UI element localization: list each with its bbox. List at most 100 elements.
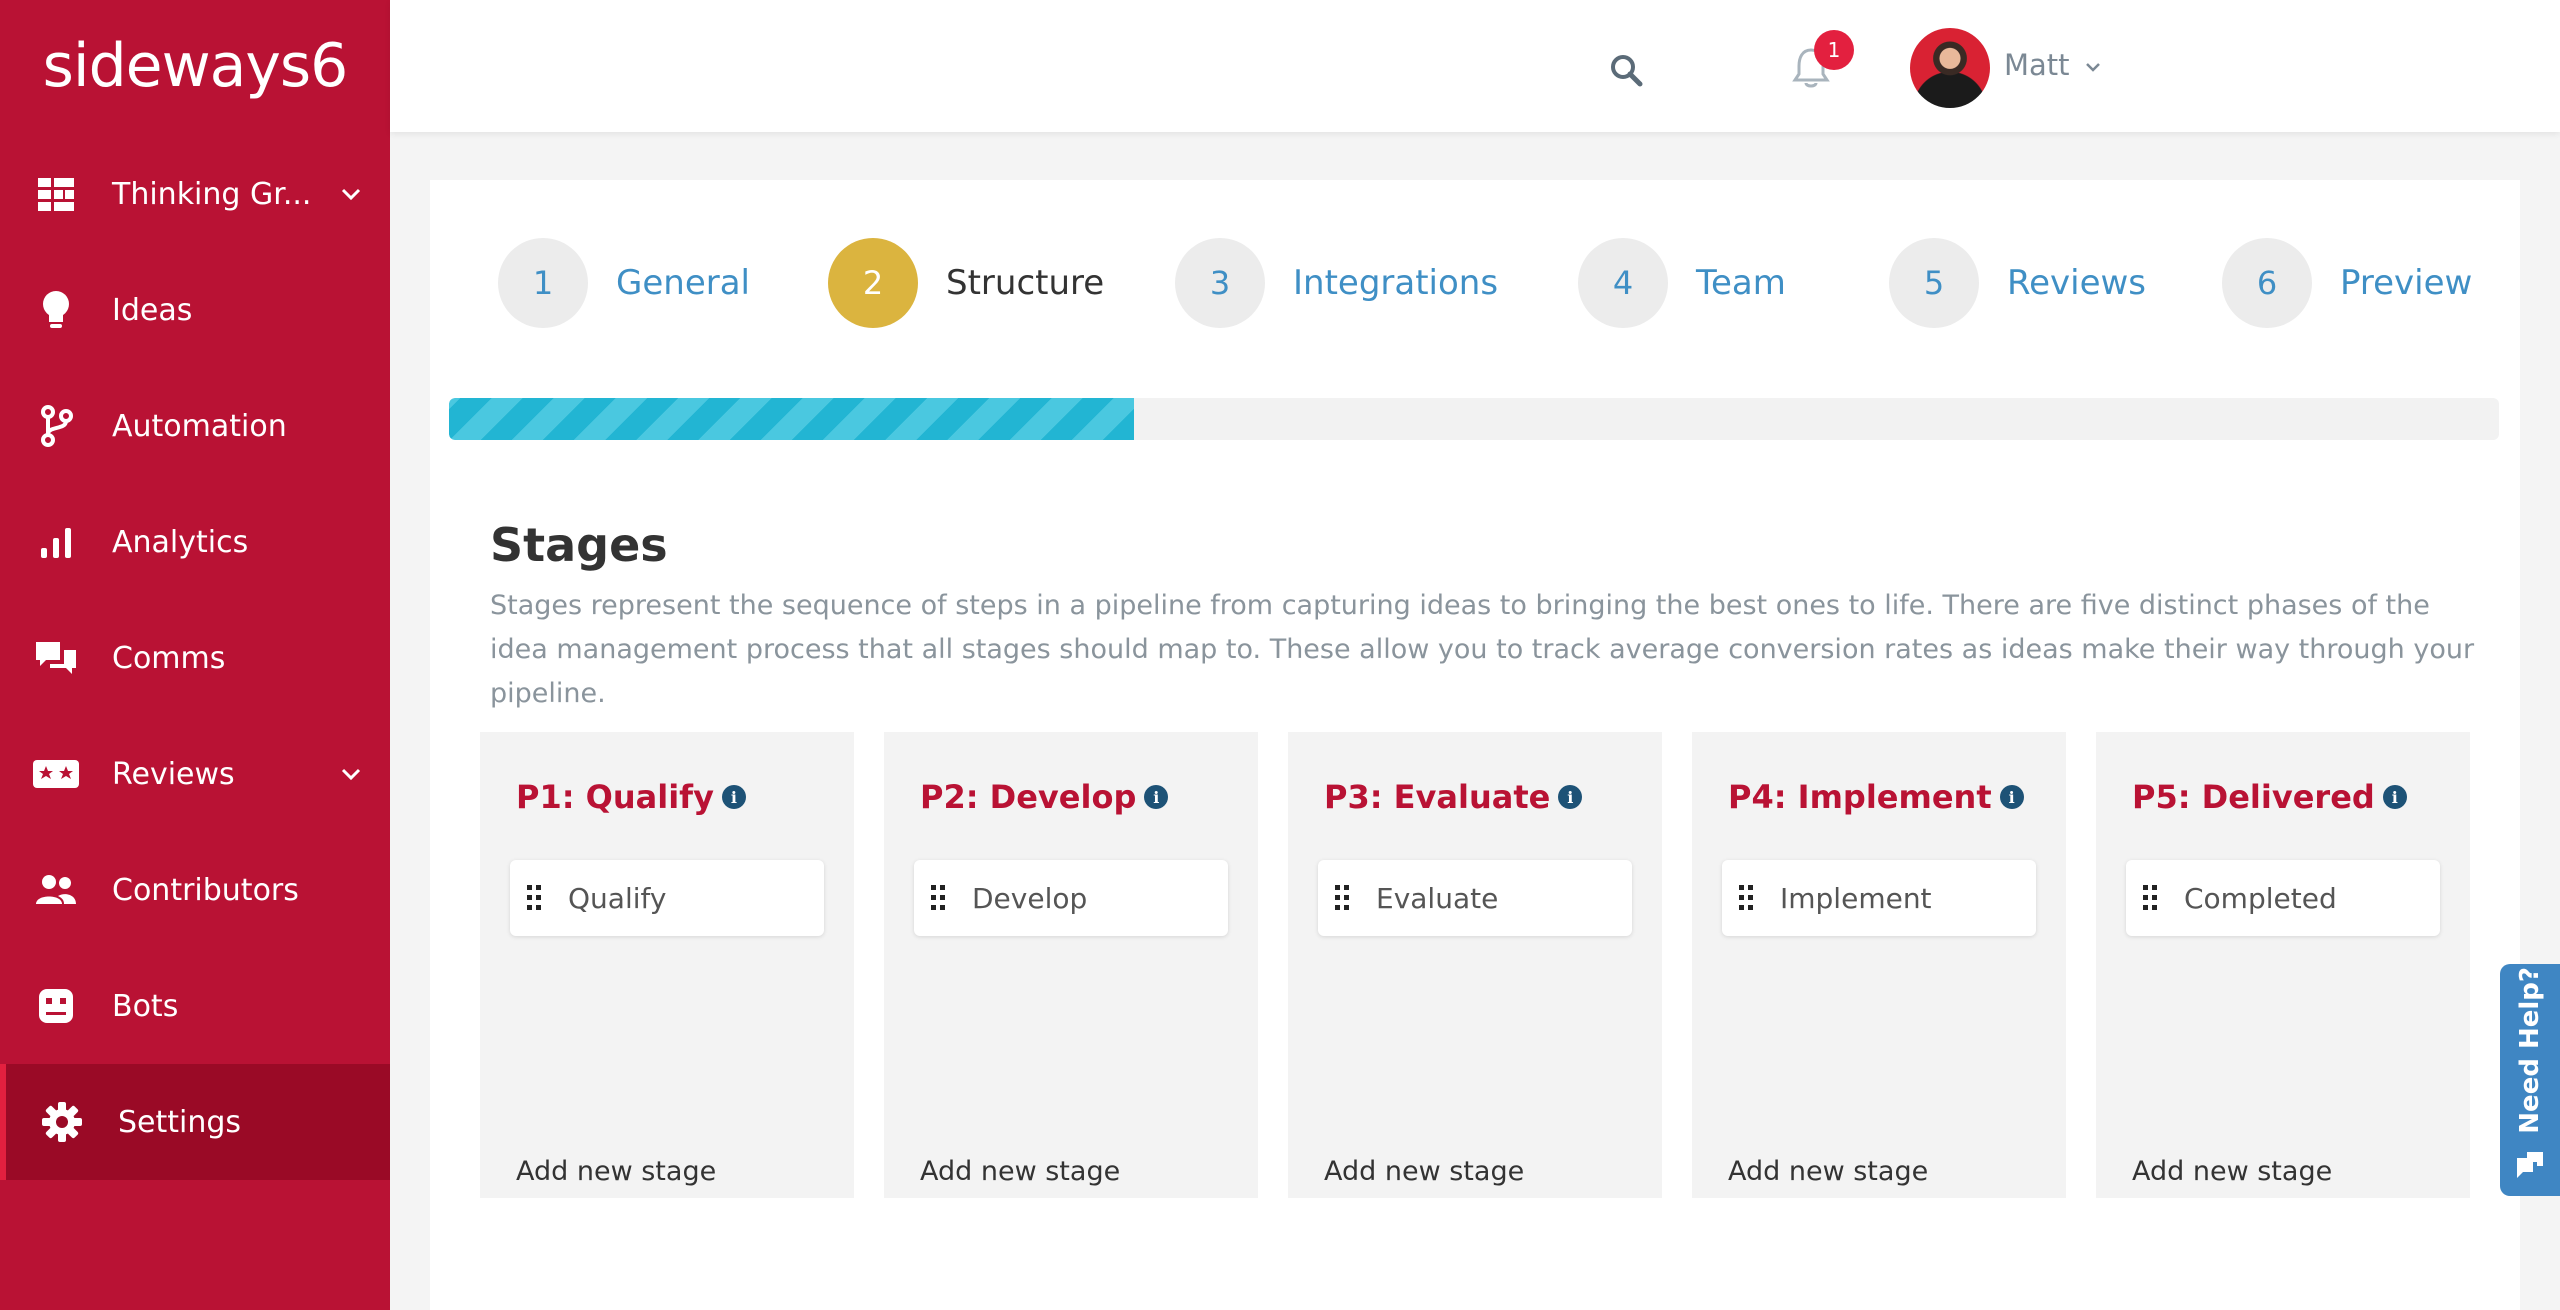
need-help-label: Need Help? — [2515, 967, 2545, 1134]
app-logo[interactable]: sideways6 — [0, 0, 390, 132]
lightbulb-icon — [32, 286, 80, 334]
grid-icon — [32, 170, 80, 218]
phase-column-develop: P2: Develop i Develop Add new stage — [884, 732, 1258, 1198]
sidebar-item-automation[interactable]: Automation — [0, 368, 390, 484]
drag-handle-icon[interactable] — [526, 884, 542, 912]
robot-icon — [32, 982, 80, 1030]
phase-title-text: P4: Implement — [1728, 778, 1992, 816]
info-icon[interactable]: i — [2382, 785, 2407, 809]
step-label: Structure — [946, 263, 1105, 303]
step-structure[interactable]: 2 Structure — [828, 238, 1104, 328]
step-number: 3 — [1175, 238, 1265, 328]
step-label: Reviews — [2007, 263, 2147, 303]
step-label: General — [616, 263, 750, 303]
sidebar-item-label: Ideas — [112, 292, 193, 328]
help-chat-icon — [2517, 1152, 2543, 1178]
step-number: 2 — [828, 238, 918, 328]
stage-label: Evaluate — [1376, 881, 1499, 915]
phase-title-text: P2: Develop — [920, 778, 1137, 816]
stage-card[interactable]: Qualify — [510, 860, 824, 936]
phase-title: P3: Evaluate i — [1324, 778, 1583, 816]
stage-card[interactable]: Completed — [2126, 860, 2440, 936]
phase-title: P1: Qualify i — [516, 778, 746, 816]
sidebar-item-bots[interactable]: Bots — [0, 948, 390, 1064]
chat-icon — [32, 634, 80, 682]
info-icon[interactable]: i — [1999, 785, 2024, 809]
drag-handle-icon[interactable] — [930, 884, 946, 912]
sidebar-item-label: Comms — [112, 640, 226, 676]
drag-handle-icon[interactable] — [1738, 884, 1754, 912]
step-general[interactable]: 1 General — [498, 238, 750, 328]
step-number: 6 — [2222, 238, 2312, 328]
need-help-tab[interactable]: Need Help? — [2500, 964, 2560, 1196]
top-bar — [390, 0, 2560, 132]
avatar[interactable] — [1910, 28, 1990, 108]
step-label: Preview — [2340, 263, 2473, 303]
add-new-stage-button[interactable]: Add new stage — [516, 1156, 716, 1187]
chevron-down-icon — [341, 188, 361, 201]
info-icon[interactable]: i — [1558, 785, 1583, 809]
phase-title: P5: Delivered i — [2132, 778, 2407, 816]
search-icon[interactable] — [1608, 52, 1644, 88]
stage-label: Develop — [972, 881, 1088, 915]
sidebar-item-label: Reviews — [112, 756, 235, 792]
add-new-stage-button[interactable]: Add new stage — [920, 1156, 1120, 1187]
stages-title: Stages — [490, 518, 668, 572]
info-icon[interactable]: i — [721, 785, 746, 809]
sidebar-item-settings[interactable]: Settings — [0, 1064, 390, 1180]
step-preview[interactable]: 6 Preview — [2222, 238, 2472, 328]
phase-column-evaluate: P3: Evaluate i Evaluate Add new stage — [1288, 732, 1662, 1198]
sidebar-item-comms[interactable]: Comms — [0, 600, 390, 716]
ticket-icon — [32, 750, 80, 798]
step-number: 5 — [1889, 238, 1979, 328]
user-name[interactable]: Matt — [2004, 48, 2070, 82]
branch-icon — [32, 402, 80, 450]
users-icon — [32, 866, 80, 914]
stage-card[interactable]: Implement — [1722, 860, 2036, 936]
sidebar-item-label: Contributors — [112, 872, 299, 908]
phase-title-text: P5: Delivered — [2132, 778, 2375, 816]
sidebar-item-analytics[interactable]: Analytics — [0, 484, 390, 600]
phase-title: P4: Implement i — [1728, 778, 2024, 816]
wizard-progress-bar — [449, 398, 2499, 440]
sidebar-item-label: Settings — [118, 1104, 242, 1140]
phase-title: P2: Develop i — [920, 778, 1169, 816]
wizard-progress-fill — [449, 398, 1134, 440]
sidebar-item-ideas[interactable]: Ideas — [0, 252, 390, 368]
step-number: 1 — [498, 238, 588, 328]
chevron-down-icon[interactable] — [2082, 56, 2104, 78]
phase-column-implement: P4: Implement i Implement Add new stage — [1692, 732, 2066, 1198]
notification-badge[interactable]: 1 — [1814, 30, 1854, 70]
step-number: 4 — [1578, 238, 1668, 328]
stage-label: Qualify — [568, 881, 667, 915]
stage-card[interactable]: Develop — [914, 860, 1228, 936]
sidebar-item-label: Thinking Gr... — [112, 176, 312, 212]
stage-label: Implement — [1780, 881, 1932, 915]
step-integrations[interactable]: 3 Integrations — [1175, 238, 1498, 328]
sidebar-item-label: Automation — [112, 408, 287, 444]
info-icon[interactable]: i — [1144, 785, 1169, 809]
sidebar: sideways6 Thinking Gr... Ideas Automatio… — [0, 0, 390, 1310]
step-team[interactable]: 4 Team — [1578, 238, 1786, 328]
step-label: Integrations — [1293, 263, 1499, 303]
stage-label: Completed — [2184, 881, 2337, 915]
drag-handle-icon[interactable] — [1334, 884, 1350, 912]
stage-card[interactable]: Evaluate — [1318, 860, 1632, 936]
add-new-stage-button[interactable]: Add new stage — [2132, 1156, 2332, 1187]
chevron-down-icon — [341, 768, 361, 781]
phase-column-delivered: P5: Delivered i Completed Add new stage — [2096, 732, 2470, 1198]
step-reviews[interactable]: 5 Reviews — [1889, 238, 2146, 328]
sidebar-item-contributors[interactable]: Contributors — [0, 832, 390, 948]
bar-chart-icon — [32, 518, 80, 566]
phase-title-text: P1: Qualify — [516, 778, 714, 816]
sidebar-item-label: Bots — [112, 988, 179, 1024]
drag-handle-icon[interactable] — [2142, 884, 2158, 912]
stages-description: Stages represent the sequence of steps i… — [490, 590, 2475, 709]
gear-icon — [38, 1098, 86, 1146]
add-new-stage-button[interactable]: Add new stage — [1324, 1156, 1524, 1187]
sidebar-item-label: Analytics — [112, 524, 249, 560]
sidebar-item-thinking-groups[interactable]: Thinking Gr... — [0, 136, 390, 252]
add-new-stage-button[interactable]: Add new stage — [1728, 1156, 1928, 1187]
sidebar-item-reviews[interactable]: Reviews — [0, 716, 390, 832]
step-label: Team — [1696, 263, 1786, 303]
